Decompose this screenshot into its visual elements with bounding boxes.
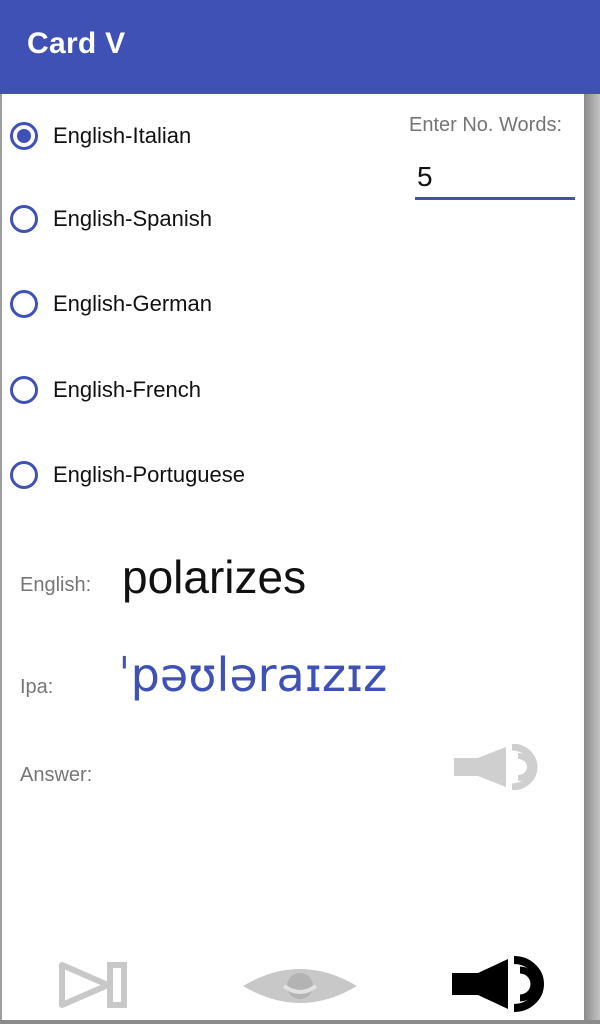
radio-button[interactable] [10, 461, 38, 489]
english-word: polarizes [122, 551, 307, 603]
app-title: Card V [27, 27, 126, 60]
play-speaker-icon[interactable] [450, 956, 566, 1012]
radio-button[interactable] [10, 376, 38, 404]
word-count-input[interactable] [415, 156, 575, 200]
answer-label: Answer: [20, 764, 93, 786]
word-count-label: Enter No. Words: [409, 114, 563, 136]
radio-english-german[interactable]: English-German [10, 284, 212, 324]
frame-shadow-right [584, 94, 600, 1024]
radio-button[interactable] [10, 205, 38, 233]
card-content: English-Italian English-Spanish English-… [2, 94, 584, 1020]
speaker-icon[interactable] [452, 744, 566, 790]
ipa-word: ˈpəʊləraɪzɪz [118, 648, 388, 702]
radio-label: English-Italian [53, 123, 192, 148]
radio-button[interactable] [10, 290, 38, 318]
radio-label: English-German [53, 291, 212, 316]
radio-dot [17, 129, 31, 143]
radio-english-spanish[interactable]: English-Spanish [10, 199, 212, 239]
english-label: English: [20, 574, 92, 596]
radio-english-french[interactable]: English-French [10, 370, 201, 410]
radio-label: English-Portuguese [53, 462, 246, 487]
radio-button-selected[interactable] [10, 122, 38, 150]
next-icon[interactable] [58, 961, 130, 1009]
radio-label: English-French [53, 377, 201, 402]
frame-shadow-bottom [0, 1020, 600, 1024]
radio-english-italian[interactable]: English-Italian [10, 116, 191, 156]
radio-label: English-Spanish [53, 206, 212, 231]
radio-english-portuguese[interactable]: English-Portuguese [10, 455, 245, 495]
ipa-label: Ipa: [20, 676, 54, 698]
eye-icon[interactable] [240, 964, 360, 1008]
app-bar: Card V [0, 0, 600, 94]
